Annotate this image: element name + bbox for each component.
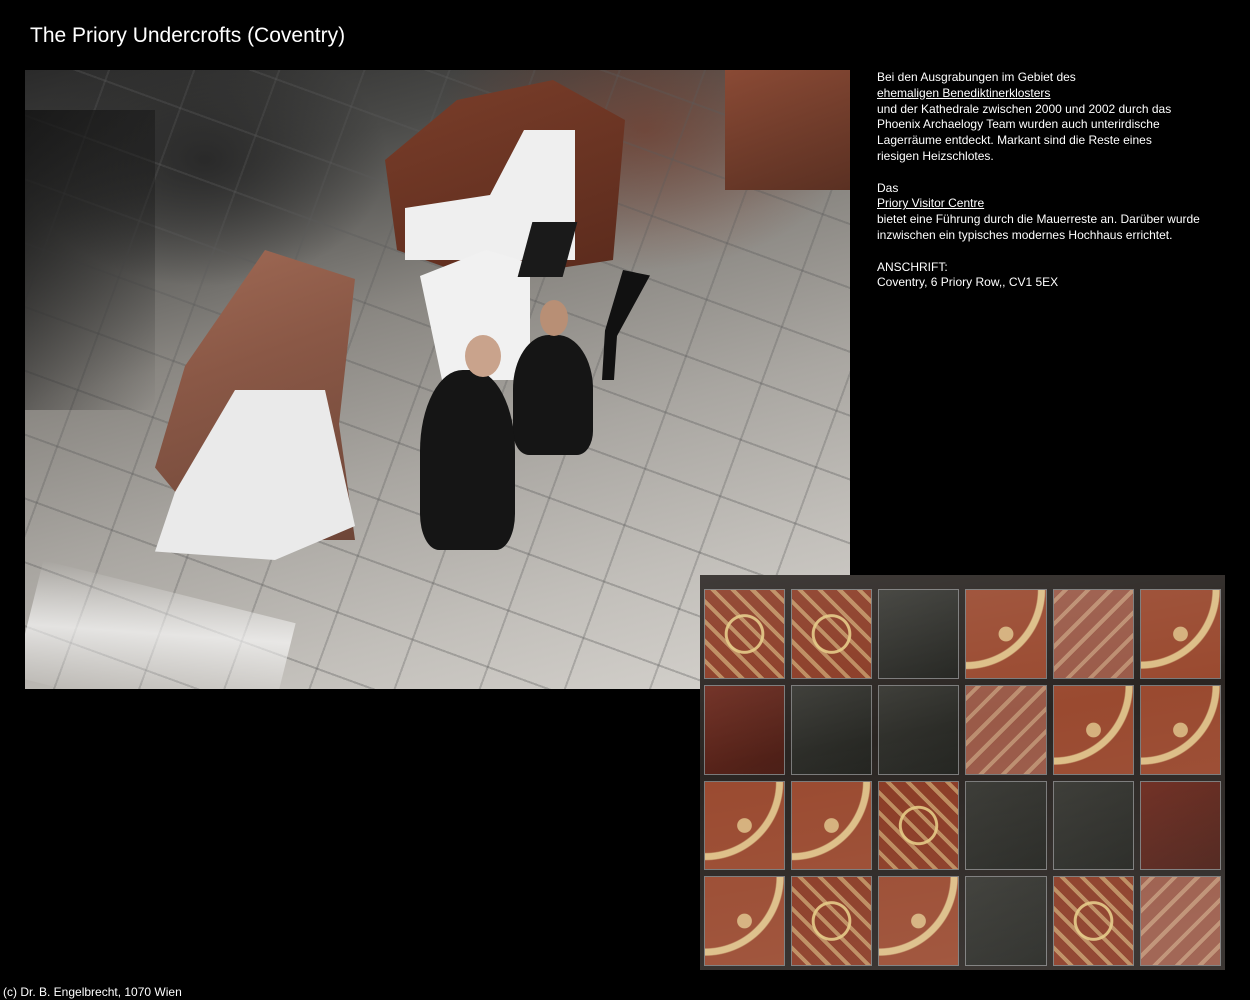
description-text: inzwischen ein typisches modernes Hochha… <box>877 227 1173 242</box>
description-text: riesigen Heizschlotes. <box>877 148 994 163</box>
tile <box>878 780 960 871</box>
tile <box>791 589 873 679</box>
tile <box>791 876 873 966</box>
tile <box>1052 589 1134 679</box>
description: Bei den Ausgrabungen im Gebiet des ehema… <box>877 70 1222 307</box>
address-text: Coventry, 6 Priory Row,, CV1 5EX <box>877 275 1059 290</box>
tile <box>878 684 960 775</box>
tile <box>878 589 960 679</box>
tile <box>791 780 873 871</box>
description-text: Phoenix Archaelogy Team wurden auch unte… <box>877 117 1160 132</box>
photo-monk-standing-head <box>465 335 501 377</box>
tile-grid <box>700 585 1225 970</box>
tile <box>1139 684 1221 775</box>
tile <box>965 589 1047 679</box>
page: The Priory Undercrofts (Coventry) Bei de… <box>0 0 1250 1000</box>
tile <box>1139 780 1221 871</box>
description-paragraph-1: Bei den Ausgrabungen im Gebiet des ehema… <box>877 70 1222 165</box>
description-paragraph-2: Das Priory Visitor Centre bietet eine Fü… <box>877 181 1222 244</box>
page-title: The Priory Undercrofts (Coventry) <box>30 24 346 47</box>
description-text: Bei den Ausgrabungen im Gebiet des <box>877 70 1076 84</box>
tile <box>704 876 786 966</box>
description-text: und der Kathedrale zwischen 2000 und 200… <box>877 101 1172 116</box>
tile <box>878 876 960 966</box>
address-label: ANSCHRIFT: <box>877 259 948 274</box>
address-block: ANSCHRIFT: Coventry, 6 Priory Row,, CV1 … <box>877 260 1222 292</box>
tile <box>1052 780 1134 871</box>
tile <box>1052 876 1134 966</box>
description-text: Lagerräume entdeckt. Markant sind die Re… <box>877 133 1152 148</box>
photo-monk-seated-head <box>540 300 568 336</box>
tile <box>965 684 1047 775</box>
copyright-footer: (c) Dr. B. Engelbrecht, 1070 Wien <box>3 985 182 999</box>
description-text: Das <box>877 180 899 195</box>
tile <box>1139 589 1221 679</box>
description-text: bietet eine Führung durch die Mauerreste… <box>877 212 1200 227</box>
tiles-photo <box>700 575 1225 970</box>
tile <box>791 684 873 775</box>
photo-monk-standing <box>420 370 515 550</box>
tile <box>1052 684 1134 775</box>
tile <box>704 780 786 871</box>
tile <box>965 876 1047 966</box>
photo-monk-seated <box>513 335 593 455</box>
tile <box>965 780 1047 871</box>
tile <box>1139 876 1221 966</box>
link-benediktinerkloster[interactable]: ehemaligen Benediktinerklosters <box>877 86 1050 100</box>
tile <box>704 589 786 679</box>
photo-ruin-right <box>725 70 850 190</box>
tile <box>704 684 786 775</box>
link-priory-visitor-centre[interactable]: Priory Visitor Centre <box>877 196 984 210</box>
photo-shadow <box>25 110 155 410</box>
